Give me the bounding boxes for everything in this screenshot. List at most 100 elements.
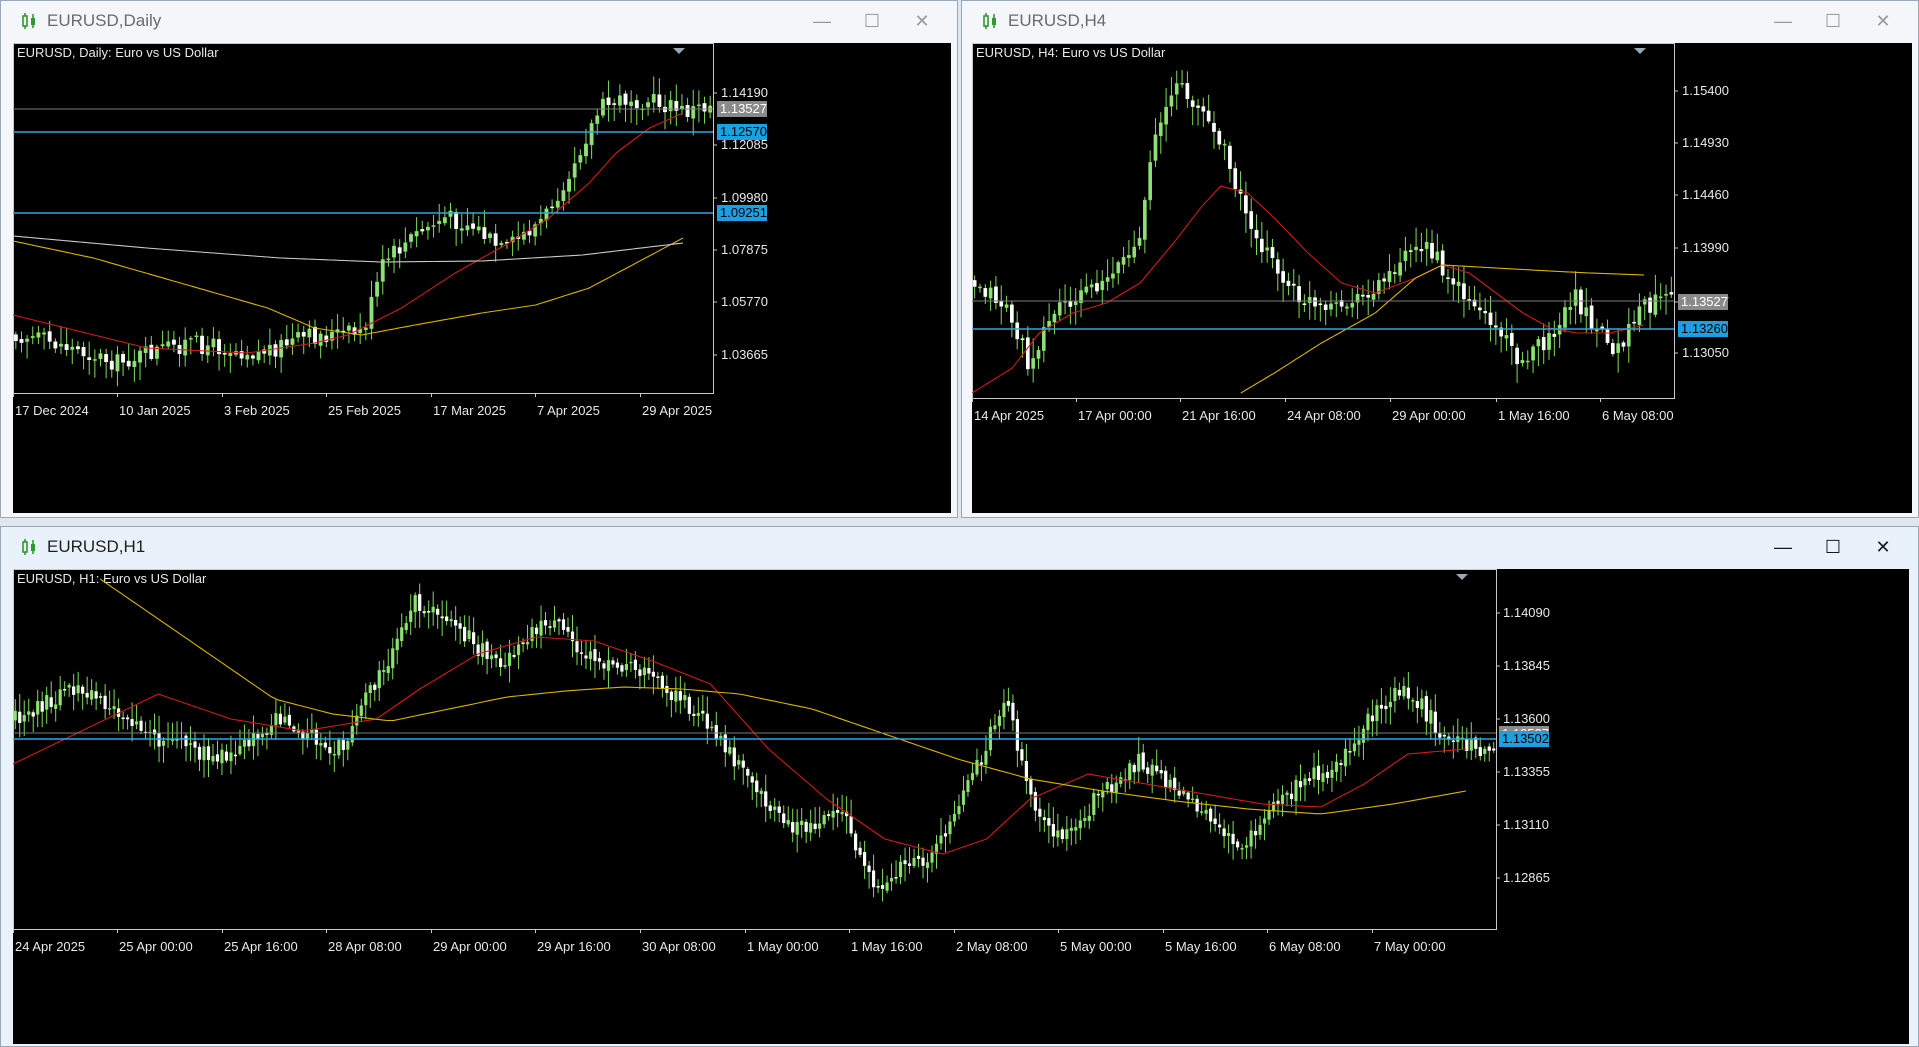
candle-body: [741, 760, 745, 768]
minimize-button[interactable]: —: [797, 5, 847, 37]
candle-body: [849, 816, 853, 834]
price-chart[interactable]: EURUSD, Daily: Euro vs US Dollar 1.14190 1…: [13, 43, 951, 513]
candle-body: [90, 690, 94, 700]
chart-window-h4[interactable]: EURUSD,H4 — ☐ ✕ EURUSD, H4: Euro vs US D…: [961, 0, 1919, 518]
candle-body: [1419, 248, 1424, 252]
titlebar[interactable]: EURUSD,H1 — ☐ ✕: [1, 527, 1918, 567]
candle-body: [827, 814, 831, 817]
candle-body: [81, 686, 85, 694]
candle-body: [1375, 705, 1379, 722]
titlebar[interactable]: EURUSD,Daily — ☐ ✕: [1, 1, 957, 41]
close-button[interactable]: ✕: [897, 5, 947, 37]
close-button[interactable]: ✕: [1858, 5, 1908, 37]
candle-body: [485, 641, 489, 659]
current-price-value: 1.13527: [1681, 294, 1728, 309]
moving-average-line: [13, 112, 684, 354]
candle-body: [1536, 339, 1541, 347]
candle-body: [1366, 713, 1370, 731]
candle-body: [1430, 242, 1434, 259]
candle-body: [629, 101, 634, 107]
candle-body: [1483, 311, 1488, 314]
candle-body: [346, 740, 350, 750]
candle-body: [112, 706, 116, 710]
candle-body: [836, 810, 840, 813]
candle-body: [1275, 259, 1280, 274]
candle-body: [1060, 829, 1064, 839]
price-chart[interactable]: EURUSD, H4: Euro vs US Dollar 1.15400 1.14…: [972, 43, 1912, 513]
candle-body: [409, 610, 413, 623]
candle-body: [76, 685, 80, 694]
candle-body: [1020, 749, 1024, 761]
candle-body: [488, 233, 492, 239]
candle-body: [115, 354, 120, 372]
candle-body: [1042, 817, 1046, 821]
candle-body: [1393, 688, 1397, 702]
candle-body: [1433, 711, 1437, 733]
candle-body: [1584, 307, 1589, 317]
level-price-value: 1.13260: [1681, 321, 1728, 336]
candle-body: [948, 821, 952, 835]
price-axis-label: 1.09980: [721, 190, 768, 205]
candle-body: [188, 743, 193, 745]
candle-body: [465, 225, 470, 231]
time-axis-label: 28 Apr 08:00: [328, 939, 402, 954]
time-axis-label: 24 Apr 2025: [15, 939, 85, 954]
candle-body: [557, 619, 561, 622]
maximize-button[interactable]: ☐: [1808, 531, 1858, 563]
candle-body: [1031, 358, 1036, 369]
candle-body: [750, 776, 754, 783]
close-button[interactable]: ✕: [1858, 531, 1908, 563]
candle-body: [1174, 83, 1179, 95]
price-chart[interactable]: EURUSD, H1: Euro vs US Dollar 1.14090 1.13…: [13, 569, 1909, 1044]
candle-body: [1648, 297, 1652, 313]
titlebar[interactable]: EURUSD,H4 — ☐ ✕: [962, 1, 1918, 41]
minimize-button[interactable]: —: [1758, 5, 1808, 37]
candle-body: [600, 98, 605, 116]
candle-body: [437, 220, 442, 224]
candle-body: [121, 717, 125, 720]
candle-body: [612, 103, 617, 105]
candle-body: [1116, 262, 1121, 274]
chart-window-daily[interactable]: EURUSD,Daily — ☐ ✕ EURUSD, Daily: Euro v…: [0, 0, 958, 518]
time-axis-label: 17 Apr 00:00: [1078, 408, 1152, 423]
candle-body: [579, 652, 584, 654]
candle-body: [943, 833, 948, 837]
candle-body: [391, 648, 395, 669]
candle-body: [238, 745, 242, 755]
candle-body: [99, 696, 103, 698]
candle-body: [1153, 134, 1158, 161]
minimize-button[interactable]: —: [1758, 531, 1808, 563]
candle-body: [800, 820, 804, 826]
candle-body: [1289, 793, 1294, 800]
candle-body: [809, 823, 813, 833]
candle-body: [1345, 306, 1349, 309]
candle-body: [1302, 303, 1307, 305]
time-axis-label: 6 May 08:00: [1269, 939, 1341, 954]
candle-body: [1568, 306, 1573, 311]
candle-body: [1384, 705, 1388, 710]
candle-body: [382, 670, 386, 673]
candle-body: [1137, 753, 1141, 772]
candle-body: [1083, 818, 1087, 821]
candle-body: [795, 822, 799, 835]
maximize-button[interactable]: ☐: [1808, 5, 1858, 37]
candle-body: [1406, 687, 1410, 699]
candle-body: [1621, 342, 1626, 347]
candle-body: [1015, 719, 1019, 751]
candle-body: [1637, 306, 1642, 326]
candle-body: [245, 354, 250, 360]
candle-body: [1047, 818, 1051, 826]
candle-body: [993, 725, 997, 730]
candle-body: [31, 712, 35, 717]
candle-body: [1065, 829, 1069, 840]
candle-body: [1343, 748, 1348, 767]
time-axis-label: 3 Feb 2025: [224, 403, 290, 418]
candle-body: [448, 210, 453, 217]
candle-body: [1429, 710, 1433, 724]
candle-body: [561, 619, 566, 630]
candle-body: [1259, 238, 1264, 253]
maximize-button[interactable]: ☐: [847, 5, 897, 37]
candle-body: [597, 658, 602, 662]
candle-body: [525, 641, 530, 645]
chart-window-h1[interactable]: EURUSD,H1 — ☐ ✕ EURUSD, H1: Euro vs US D…: [0, 526, 1919, 1047]
